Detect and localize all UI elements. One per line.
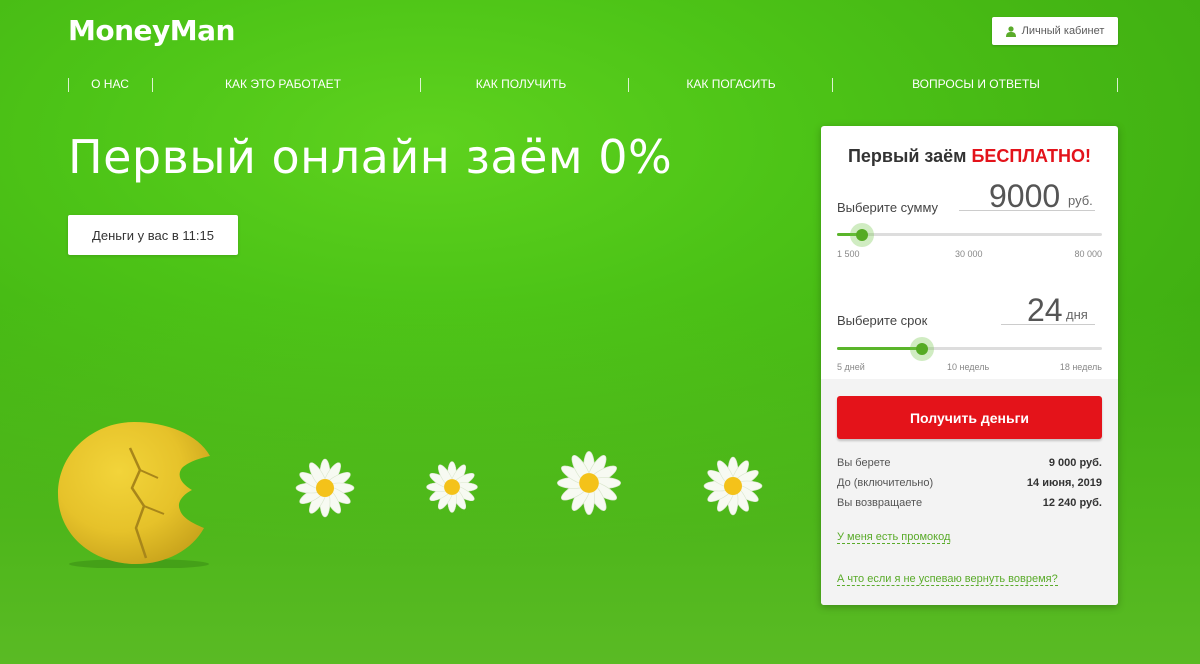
term-tick-max: 18 недель (1059, 362, 1102, 372)
late-repayment-link[interactable]: А что если я не успеваю вернуть вовремя? (837, 573, 1058, 586)
daisy-image (557, 451, 621, 515)
amount-tick-max: 80 000 (1074, 249, 1102, 259)
nav-separator (1117, 78, 1118, 92)
amount-slider[interactable] (837, 223, 1102, 247)
summary-value: 12 240 руб. (1042, 497, 1102, 509)
hero-headline: Первый онлайн заём 0% (68, 130, 673, 184)
term-tick-min: 5 дней (837, 362, 865, 372)
term-slider[interactable] (837, 337, 1102, 361)
daisy-image (295, 458, 355, 518)
money-time-badge: Деньги у вас в 11:15 (68, 215, 238, 255)
term-tick-mid: 10 недель (947, 362, 990, 372)
term-underline (1001, 324, 1095, 325)
term-unit: дня (1066, 307, 1088, 322)
summary-value: 9 000 руб. (1048, 457, 1102, 469)
summary-label: Вы берете (837, 457, 891, 469)
nav-separator (832, 78, 833, 92)
calculator-title: Первый заём БЕСПЛАТНО! (821, 146, 1118, 167)
amount-label: Выберите сумму (837, 200, 939, 215)
personal-account-label: Личный кабинет (1021, 25, 1105, 37)
nav-item-how-to-get[interactable]: КАК ПОЛУЧИТЬ (476, 77, 566, 91)
term-slider-handle[interactable] (910, 337, 935, 361)
promo-code-link[interactable]: У меня есть промокод (837, 531, 951, 544)
moneyman-logo[interactable]: MoneyMan (68, 14, 235, 47)
summary-label: До (включительно) (837, 477, 934, 489)
nav-separator (420, 78, 421, 92)
nav-separator (68, 78, 69, 92)
summary-value: 14 июня, 2019 (1026, 477, 1102, 489)
user-icon (1005, 25, 1016, 37)
amount-tick-mid: 30 000 (955, 249, 983, 259)
personal-account-button[interactable]: Личный кабинет (992, 17, 1118, 45)
amount-unit: руб. (1068, 193, 1093, 208)
nav-item-about[interactable]: О НАС (91, 77, 129, 91)
get-money-button[interactable]: Получить деньги (837, 396, 1102, 439)
nav-item-how-it-works[interactable]: КАК ЭТО РАБОТАЕТ (225, 77, 341, 91)
summary-row-amount: Вы берете 9 000 руб. (837, 457, 1102, 469)
nav-item-how-to-repay[interactable]: КАК ПОГАСИТЬ (686, 77, 775, 91)
daisy-image (426, 461, 478, 513)
amount-underline (959, 210, 1095, 211)
nav-separator (628, 78, 629, 92)
loan-calculator: Первый заём БЕСПЛАТНО! Выберите сумму 90… (821, 126, 1118, 605)
daisy-image (703, 456, 763, 516)
summary-row-return: Вы возвращаете 12 240 руб. (837, 497, 1102, 509)
calculator-title-highlight: БЕСПЛАТНО! (971, 146, 1092, 166)
term-label: Выберите срок (837, 313, 928, 328)
main-nav: О НАС КАК ЭТО РАБОТАЕТ КАК ПОЛУЧИТЬ КАК … (68, 74, 1118, 96)
calculator-title-prefix: Первый заём (847, 146, 972, 166)
amount-slider-handle[interactable] (849, 223, 874, 247)
nav-item-faq[interactable]: ВОПРОСЫ И ОТВЕТЫ (912, 77, 1040, 91)
macaron-cookie-image (58, 422, 210, 568)
nav-separator (152, 78, 153, 92)
summary-label: Вы возвращаете (837, 497, 923, 509)
summary-row-due-date: До (включительно) 14 июня, 2019 (837, 477, 1102, 489)
amount-tick-min: 1 500 (837, 249, 860, 259)
